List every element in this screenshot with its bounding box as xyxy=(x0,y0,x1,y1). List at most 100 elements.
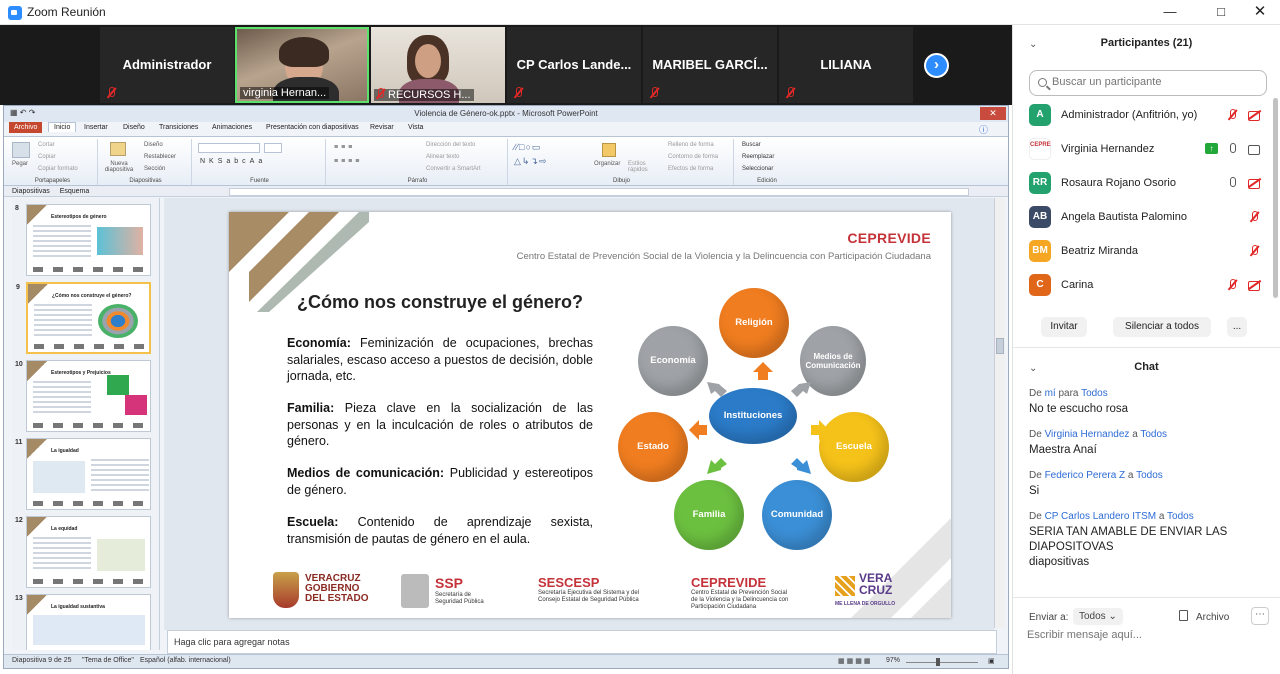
font-format-icons[interactable]: NKSabcAa xyxy=(200,158,266,165)
tab-transiciones[interactable]: Transiciones xyxy=(159,124,198,131)
select-button[interactable]: Seleccionar xyxy=(742,166,773,172)
participant-row[interactable]: RR Rosaura Rojano Osorio xyxy=(1029,169,1269,197)
arrange-icon[interactable] xyxy=(602,143,616,157)
paste-icon[interactable] xyxy=(12,142,30,158)
copy-button[interactable]: Copiar xyxy=(38,154,56,160)
participant-row[interactable]: AB Angela Bautista Palomino xyxy=(1029,203,1269,231)
participant-row[interactable]: BM Beatriz Miranda xyxy=(1029,237,1269,265)
view-buttons-icon[interactable]: ▦▦▦▦ xyxy=(838,657,872,665)
file-icon[interactable] xyxy=(1179,610,1188,621)
video-off-icon[interactable] xyxy=(1248,109,1262,121)
mute-all-button[interactable]: Silenciar a todos xyxy=(1113,317,1211,337)
cut-button[interactable]: Cortar xyxy=(38,142,55,148)
message-sender[interactable]: mí xyxy=(1045,388,1056,399)
status-zoom[interactable]: 97% xyxy=(886,657,900,664)
chat-message-input[interactable] xyxy=(1027,625,1267,645)
video-tile-administrador[interactable]: Administrador xyxy=(100,27,234,103)
video-off-icon[interactable] xyxy=(1248,177,1262,189)
tab-archivo[interactable]: Archivo xyxy=(9,122,43,133)
participant-row[interactable]: CEPRE Virginia Hernandez ↑ xyxy=(1029,135,1269,163)
font-name-select[interactable] xyxy=(198,143,260,153)
muted-mic-icon[interactable] xyxy=(1248,245,1262,257)
message-recipient[interactable]: Todos xyxy=(1167,511,1194,522)
tab-inicio[interactable]: Inicio xyxy=(48,122,77,132)
panel-scrollbar[interactable] xyxy=(1273,98,1278,298)
message-recipient[interactable]: Todos xyxy=(1081,388,1108,399)
mic-icon[interactable] xyxy=(1226,177,1240,189)
shapes-gallery-icon-2[interactable]: △↳↴⇨ xyxy=(514,156,548,167)
tab-animaciones[interactable]: Animaciones xyxy=(212,124,252,131)
mic-icon[interactable] xyxy=(1226,143,1240,155)
arrange-button[interactable]: Organizar xyxy=(594,161,620,167)
scroll-thumb[interactable] xyxy=(996,338,1004,354)
more-options-button[interactable]: ... xyxy=(1227,317,1247,337)
tab-vista[interactable]: Vista xyxy=(408,124,423,131)
maximize-icon[interactable]: □ xyxy=(1199,0,1243,25)
tab-revisar[interactable]: Revisar xyxy=(370,124,394,131)
tab-diseno[interactable]: Diseño xyxy=(123,124,145,131)
list-icons[interactable]: ≡≡≡ xyxy=(334,144,355,151)
message-recipient[interactable]: Todos xyxy=(1136,470,1163,481)
close-icon[interactable]: ✕ xyxy=(1238,0,1280,25)
search-input[interactable] xyxy=(1052,76,1252,88)
message-sender[interactable]: Virginia Hernandez xyxy=(1045,429,1130,440)
invite-button[interactable]: Invitar xyxy=(1041,317,1087,337)
thumb-slide-12[interactable]: 12 La equidad xyxy=(15,516,151,588)
current-slide[interactable]: CEPREVIDE Centro Estatal de Prevención S… xyxy=(229,212,951,618)
video-tile-recursos[interactable]: RECURSOS H... xyxy=(371,27,505,103)
participant-search[interactable] xyxy=(1029,70,1267,96)
fit-slide-icon[interactable]: ▣ xyxy=(988,657,995,665)
replace-button[interactable]: Reemplazar xyxy=(742,154,774,160)
muted-mic-icon[interactable] xyxy=(1248,211,1262,223)
shape-effects-button[interactable]: Efectos de forma xyxy=(668,166,713,172)
muted-mic-icon[interactable] xyxy=(1226,279,1240,291)
thumb-slide-11[interactable]: 11 La igualdad xyxy=(15,438,151,510)
ppt-close-icon[interactable]: ✕ xyxy=(980,107,1006,120)
zoom-slider[interactable] xyxy=(906,662,978,663)
align-icons[interactable]: ≡≡≡≡ xyxy=(334,158,362,165)
tab-presentacion[interactable]: Presentación con diapositivas xyxy=(266,124,359,131)
thumb-slide-13[interactable]: 13 La igualdad sustantiva xyxy=(15,594,151,650)
font-size-select[interactable] xyxy=(264,143,282,153)
reset-button[interactable]: Restablecer xyxy=(144,154,176,160)
thumb-slide-10[interactable]: 10 Estereotipos y Prejuicios xyxy=(15,360,151,432)
message-recipient[interactable]: Todos xyxy=(1140,429,1167,440)
shape-outline-button[interactable]: Contorno de forma xyxy=(668,154,718,160)
video-tile-virginia[interactable]: virginia Hernan... xyxy=(235,27,369,103)
slide-vertical-scrollbar[interactable] xyxy=(994,198,1005,628)
new-slide-icon[interactable] xyxy=(110,142,126,156)
video-tile-liliana[interactable]: LILIANA xyxy=(779,27,913,103)
video-tile-maribel[interactable]: MARIBEL GARCÍ... xyxy=(643,27,777,103)
tab-insertar[interactable]: Insertar xyxy=(84,124,108,131)
zoom-slider-handle[interactable] xyxy=(936,658,940,666)
smartart-button[interactable]: Convertir a SmartArt xyxy=(426,166,481,172)
file-button[interactable]: Archivo xyxy=(1196,612,1229,623)
quick-styles-button[interactable]: Estilos rápidos xyxy=(628,161,652,173)
section-button[interactable]: Sección xyxy=(144,166,165,172)
participant-row[interactable]: A Administrador (Anfitrión, yo) xyxy=(1029,101,1269,129)
thumb-slide-8[interactable]: 8 Estereotipos de género xyxy=(15,204,151,276)
muted-mic-icon[interactable] xyxy=(1226,109,1240,121)
video-off-icon[interactable] xyxy=(1248,279,1262,291)
paste-button[interactable]: Pegar xyxy=(12,161,28,167)
next-page-button[interactable]: › xyxy=(924,53,949,78)
shapes-gallery-icon[interactable]: ∕∕□○▭ xyxy=(514,142,541,153)
notes-pane[interactable]: Haga clic para agregar notas xyxy=(167,630,997,654)
participant-row[interactable]: C Carina xyxy=(1029,271,1269,299)
thumb-slide-9[interactable]: 9 ¿Cómo nos construye el género? xyxy=(16,282,151,354)
message-sender[interactable]: CP Carlos Landero ITSM xyxy=(1045,511,1157,522)
align-text-button[interactable]: Alinear texto xyxy=(426,154,459,160)
tab-diapositivas[interactable]: Diapositivas xyxy=(12,188,50,195)
tab-esquema[interactable]: Esquema xyxy=(60,188,90,195)
help-icon[interactable]: ⓘ xyxy=(979,123,988,136)
text-direction-button[interactable]: Dirección del texto xyxy=(426,142,475,148)
message-sender[interactable]: Federico Perera Z xyxy=(1045,470,1126,481)
minimize-icon[interactable]: — xyxy=(1148,0,1192,25)
shape-fill-button[interactable]: Relleno de forma xyxy=(668,142,714,148)
layout-button[interactable]: Diseño xyxy=(144,142,163,148)
video-icon[interactable] xyxy=(1248,143,1262,155)
format-painter-button[interactable]: Copiar formato xyxy=(38,166,78,172)
send-to-select[interactable]: Todos ⌄ xyxy=(1073,608,1123,625)
find-button[interactable]: Buscar xyxy=(742,142,761,148)
new-slide-button[interactable]: Nueva diapositiva xyxy=(102,161,136,173)
